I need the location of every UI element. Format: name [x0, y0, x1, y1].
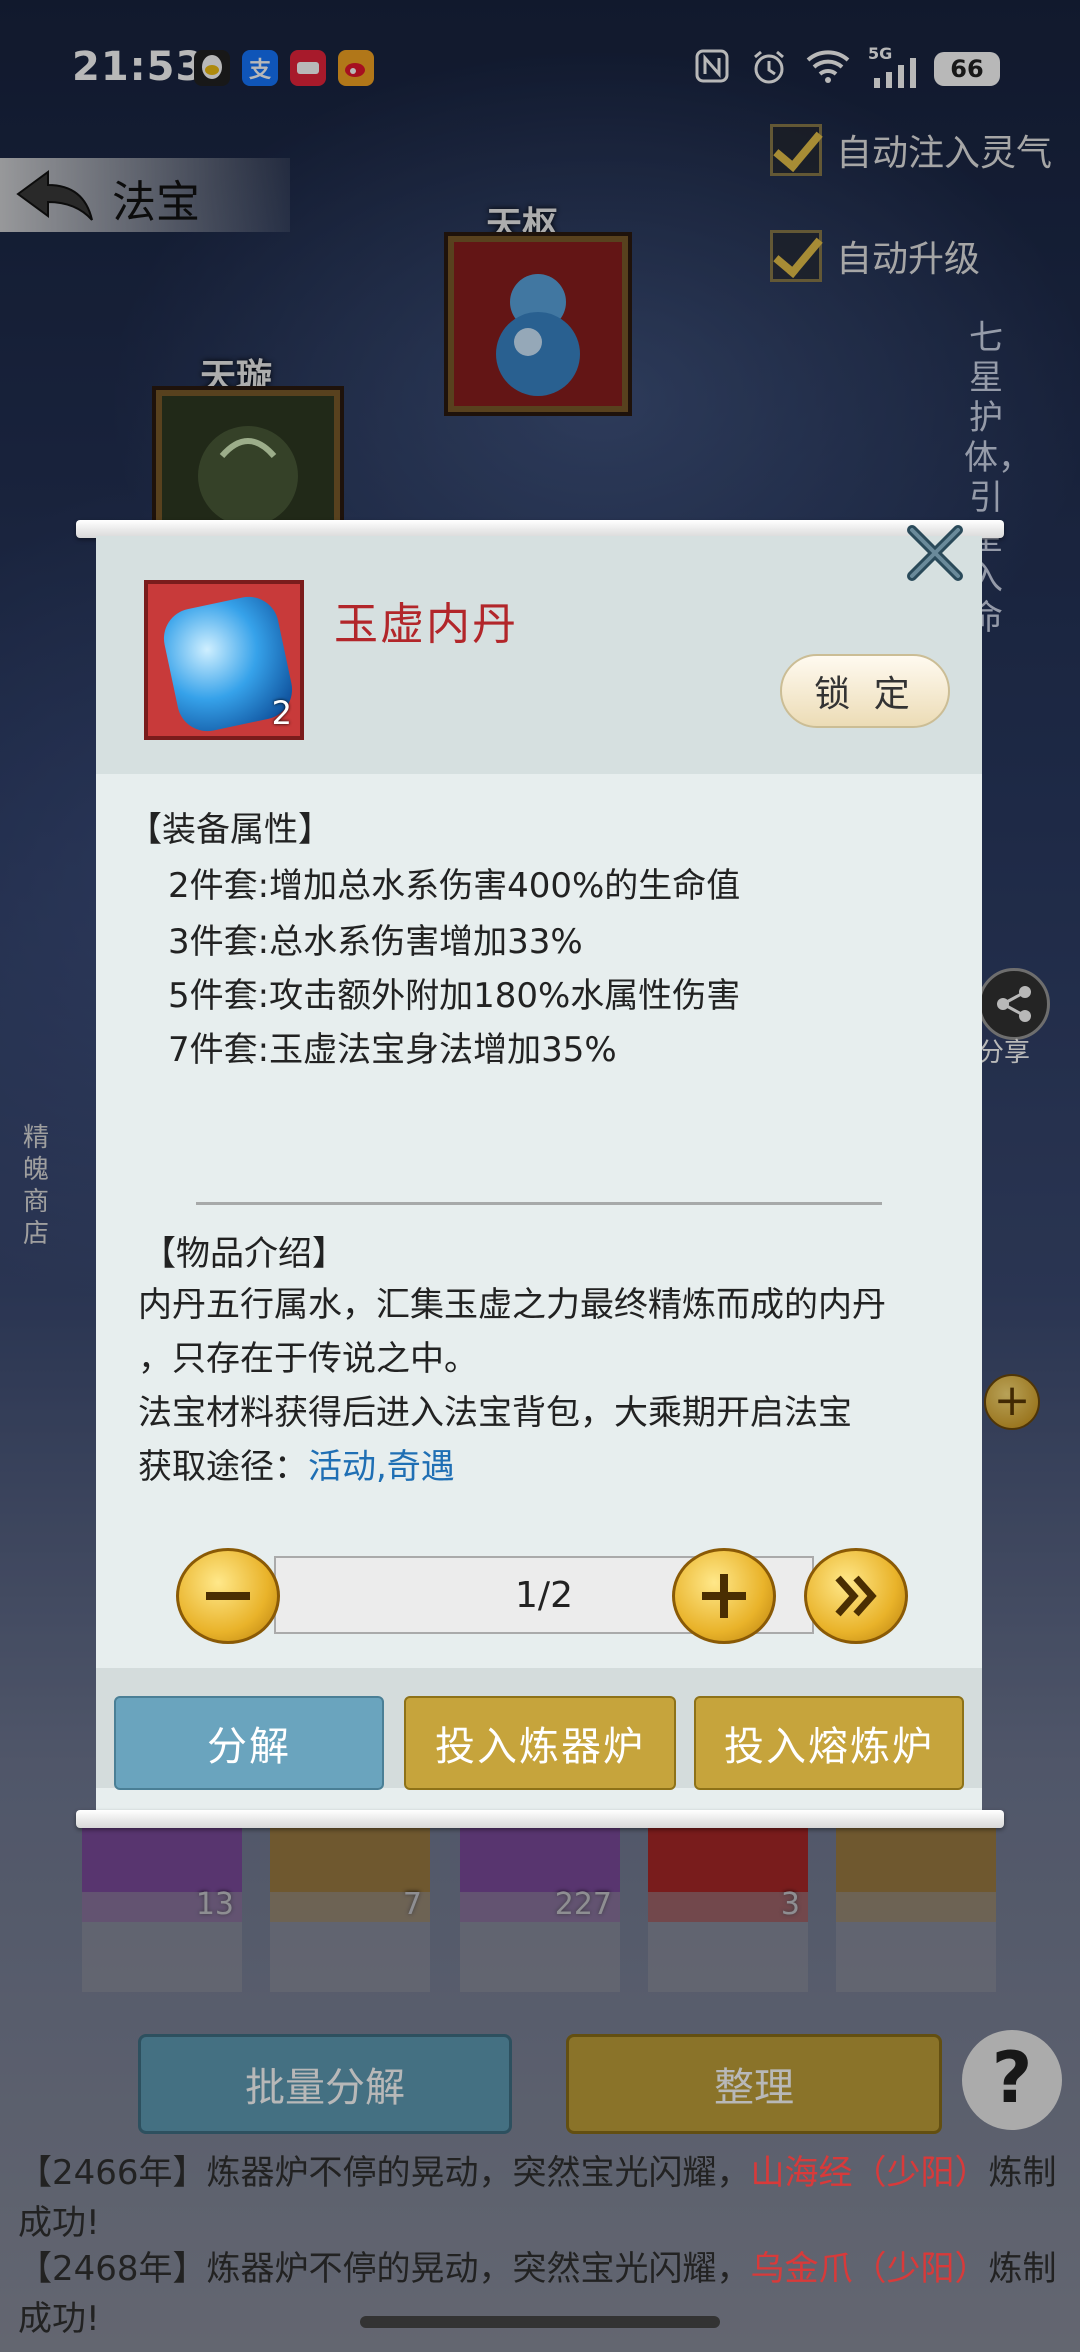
source-label: 获取途径：: [138, 1447, 308, 1487]
lock-button[interactable]: 锁 定: [780, 654, 950, 728]
item-detail-dialog: 2 玉虚内丹 锁 定 【装备属性】 2件套:增加总水系伤害400%的生命值 3件…: [96, 536, 982, 1822]
decompose-button[interactable]: 分解: [114, 1696, 384, 1790]
intro-line: ，只存在于传说之中。: [138, 1339, 478, 1379]
dialog-header: 2 玉虚内丹 锁 定: [96, 536, 982, 774]
refiner-button[interactable]: 投入炼器炉: [404, 1696, 676, 1790]
intro-line: 内丹五行属水，汇集玉虚之力最终精炼而成的内丹: [138, 1285, 886, 1325]
plus-icon: [702, 1574, 746, 1618]
log-line: 【2466年】炼器炉不停的晃动，突然宝光闪耀，山海经（少阳）炼制成功!: [18, 2153, 1057, 2243]
attribute-line: 3件套:总水系伤害增加33%: [168, 922, 583, 962]
section-divider: [196, 1202, 882, 1205]
attribute-line: 2件套:增加总水系伤害400%的生命值: [168, 866, 741, 906]
plus-button[interactable]: [672, 1548, 776, 1644]
attributes-title: 【装备属性】: [128, 810, 332, 850]
intro-title: 【物品介绍】: [142, 1234, 346, 1274]
action-row: 分解 投入炼器炉 投入熔炼炉: [96, 1668, 982, 1790]
source-line: 获取途径：活动,奇遇: [138, 1440, 968, 1494]
smelter-button[interactable]: 投入熔炼炉: [694, 1696, 964, 1790]
attribute-line: 7件套:玉虚法宝身法增加35%: [168, 1030, 617, 1070]
home-indicator[interactable]: [360, 2316, 720, 2328]
source-link[interactable]: 活动,奇遇: [308, 1447, 455, 1487]
minus-button[interactable]: [176, 1548, 280, 1644]
close-icon[interactable]: [902, 520, 968, 586]
item-name: 玉虚内丹: [334, 599, 518, 650]
minus-icon: [206, 1592, 250, 1600]
item-count: 2: [271, 694, 292, 732]
log-line: 【2468年】炼器炉不停的晃动，突然宝光闪耀，乌金爪（少阳）炼制成功!: [18, 2249, 1057, 2339]
double-chevron-right-icon: [835, 1575, 877, 1617]
attribute-line: 5件套:攻击额外附加180%水属性伤害: [168, 976, 741, 1016]
scroll-rod-bottom: [76, 1810, 1004, 1828]
max-button[interactable]: [804, 1548, 908, 1644]
item-icon-frame: 2: [144, 580, 304, 740]
intro-line: 法宝材料获得后进入法宝背包，大乘期开启法宝: [138, 1393, 852, 1433]
